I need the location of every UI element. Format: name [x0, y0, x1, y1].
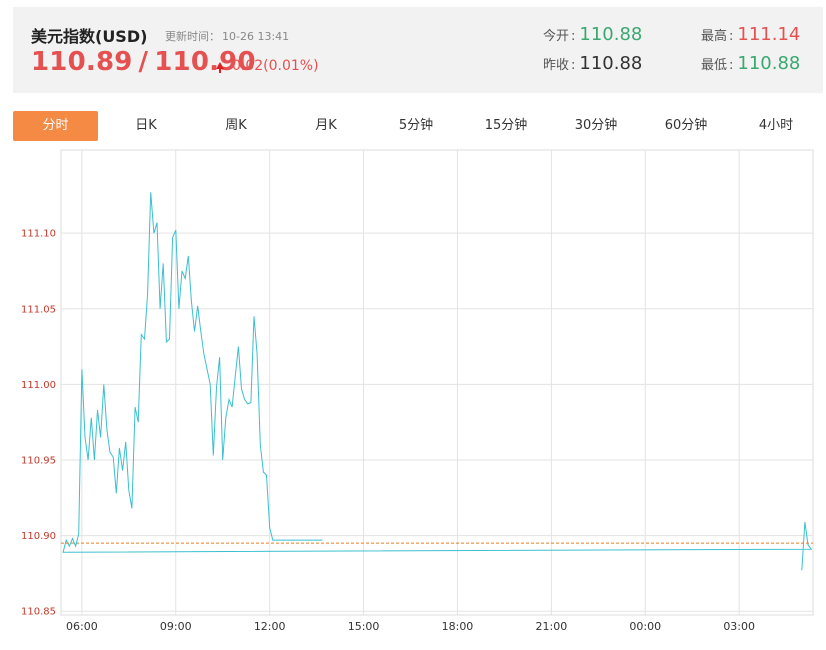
y-tick-label: 110.85: [21, 607, 56, 618]
intraday-chart: 110.85 110.90 110.95 111.00 111.05 111.10 06:0…: [21, 149, 814, 633]
x-tick-label: 15:00: [348, 620, 380, 633]
y-tick-label: 110.90: [21, 531, 56, 542]
y-tick-label: 111.05: [21, 304, 56, 315]
y-tick-label: 110.95: [21, 456, 56, 467]
y-tick-label: 111.00: [21, 380, 56, 391]
x-tick-label: 21:00: [536, 620, 568, 633]
y-tick-label: 111.10: [21, 229, 56, 240]
x-tick-label: 12:00: [254, 620, 286, 633]
x-tick-label: 03:00: [723, 620, 755, 633]
x-tick-label: 06:00: [66, 620, 98, 633]
plot-frame: [60, 149, 814, 616]
x-tick-label: 00:00: [629, 620, 661, 633]
x-tick-label: 18:00: [442, 620, 474, 633]
x-tick-label: 09:00: [160, 620, 192, 633]
